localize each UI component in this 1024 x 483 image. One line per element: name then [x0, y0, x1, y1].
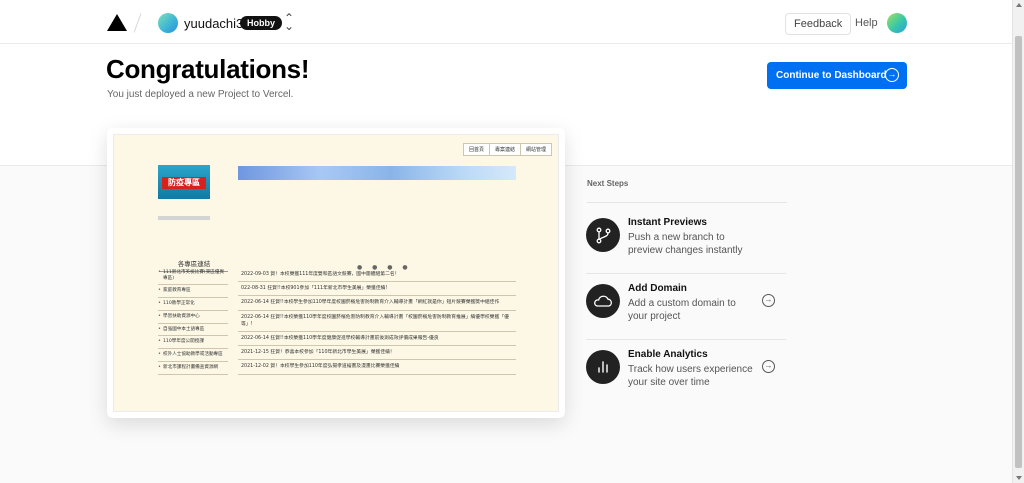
- continue-to-dashboard-label: Continue to Dashboard: [776, 70, 887, 81]
- next-steps-heading: Next Steps: [587, 179, 629, 188]
- step-add-domain[interactable]: Add Domain Add a custom domain to your p…: [586, 274, 786, 340]
- site-logo-text: 防疫專區: [162, 177, 206, 189]
- site-news-item: 2022-09-03 賀！本校榮獲111年度雙和區語文競賽，國中團體組第二名！: [238, 268, 516, 283]
- step-description: Push a new branch to preview changes ins…: [628, 232, 743, 257]
- site-side-list: 111新北市英檢比賽(東區優異專區) 家庭教育專區 110教學正常化 學習扶助資…: [158, 267, 228, 375]
- site-logo: 防疫專區: [158, 165, 210, 199]
- site-side-item: 111新北市英檢比賽(東區優異專區): [158, 267, 228, 286]
- step-description: Track how users experience your site ove…: [628, 364, 753, 389]
- user-avatar[interactable]: [887, 13, 907, 33]
- scroll-down-arrow-icon[interactable]: [1016, 476, 1022, 480]
- site-side-item: 110教學正常化: [158, 298, 228, 311]
- page-title: Congratulations!: [106, 54, 310, 84]
- top-navigation-bar: yuudachi31 Hobby ⌃ ⌄ Feedback Help: [0, 0, 1012, 44]
- site-news-item: 2022-06-14 狂賀!!本校學生參加110學年度校園菸檳危害防制教育介入輔…: [238, 296, 516, 311]
- site-nav-home: 回首頁: [468, 147, 484, 153]
- breadcrumb-separator: [133, 13, 142, 33]
- site-side-item: 新北市課程計畫備查資源網: [158, 362, 228, 375]
- site-side-item: 家庭教育專區: [158, 285, 228, 299]
- site-news-item: 2021-12-02 賀！本校學生參加110年度弘揚孝道繪畫及漫畫比賽榮獲佳績: [238, 360, 516, 375]
- step-title: Add Domain: [628, 283, 687, 294]
- arrow-right-circle-icon: →: [885, 68, 899, 82]
- arrow-right-circle-icon[interactable]: →: [762, 294, 775, 307]
- vercel-logo-icon[interactable]: [107, 14, 127, 31]
- step-title: Enable Analytics: [628, 349, 708, 360]
- scroll-up-arrow-icon[interactable]: [1016, 3, 1022, 7]
- vertical-scrollbar[interactable]: [1012, 0, 1024, 483]
- step-enable-analytics[interactable]: Enable Analytics Track how users experie…: [586, 340, 786, 406]
- site-news-item: 2021-12-15 狂賀！恭喜本校參加「110年新北市學生美展」榮獲佳績！: [238, 346, 516, 361]
- continue-to-dashboard-button[interactable]: Continue to Dashboard →: [767, 62, 907, 89]
- site-banner: [238, 166, 516, 180]
- page-subtitle: You just deployed a new Project to Verce…: [107, 89, 294, 100]
- feedback-button[interactable]: Feedback: [785, 13, 852, 35]
- step-title: Instant Previews: [628, 217, 707, 228]
- git-branch-icon: [586, 218, 620, 252]
- scrollbar-thumb[interactable]: [1015, 36, 1022, 468]
- chevron-up-down-icon[interactable]: ⌃ ⌄: [284, 12, 294, 32]
- site-divider: [158, 216, 210, 220]
- site-nav: 回首頁 專案連結 網站管理: [462, 143, 552, 156]
- site-news-item: 2022-06-14 狂賀!!本校榮獲110學年度健康促進學校輔導計畫前後測成效…: [238, 332, 516, 347]
- bar-chart-icon: [586, 350, 620, 384]
- arrow-right-circle-icon[interactable]: →: [762, 360, 775, 373]
- site-side-item: 自強國中本土語專區: [158, 324, 228, 337]
- cloud-icon: [586, 284, 620, 318]
- plan-badge: Hobby: [240, 16, 282, 30]
- site-nav-admin: 網站管理: [519, 144, 551, 155]
- site-side-item: 學習扶助資源中心: [158, 311, 228, 324]
- site-news-list: 2022-09-03 賀！本校榮獲111年度雙和區語文競賽，國中團體組第二名！ …: [238, 268, 516, 375]
- site-news-item: 022-08-31 狂賀!!本校901參加「111年新北市學生美展」榮獲佳績!: [238, 282, 516, 297]
- deployment-screenshot: 回首頁 專案連結 網站管理 防疫專區 ● ● ● ● 各專區連結 111新北市英…: [113, 134, 559, 412]
- site-nav-projects: 專案連結: [488, 144, 520, 155]
- site-side-item: 110學年度公開授課: [158, 336, 228, 350]
- next-steps-divider: [587, 202, 787, 203]
- help-link[interactable]: Help: [855, 17, 878, 29]
- team-avatar[interactable]: [158, 13, 178, 33]
- deployment-preview-card[interactable]: 回首頁 專案連結 網站管理 防疫專區 ● ● ● ● 各專區連結 111新北市英…: [107, 128, 565, 418]
- site-side-item: 校外人士協助教學或活動專區: [158, 349, 228, 362]
- step-description: Add a custom domain to your project: [628, 298, 736, 323]
- site-news-item: 2022-06-14 狂賀!!本校榮獲110學年度校園菸檳危害防制教育介入輔導計…: [238, 311, 516, 332]
- step-instant-previews[interactable]: Instant Previews Push a new branch to pr…: [586, 208, 786, 274]
